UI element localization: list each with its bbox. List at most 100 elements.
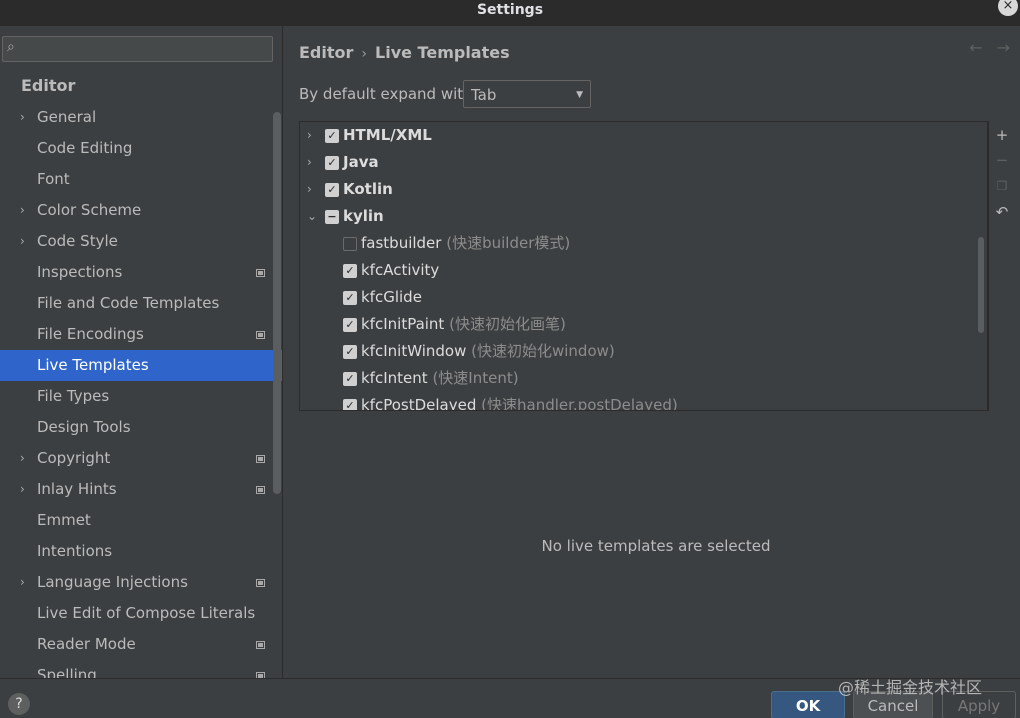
sidebar-item-file-and-code-templates[interactable]: File and Code Templates [0, 288, 282, 319]
project-scope-icon [256, 331, 265, 339]
template-description: (快速builder模式) [446, 234, 571, 252]
chevron-right-icon[interactable]: › [307, 122, 312, 149]
template-abbreviation: kfcActivity [361, 261, 440, 279]
expand-with-select[interactable]: Tab ▼ [463, 80, 591, 108]
sidebar-item-label: Reader Mode [37, 635, 136, 653]
sidebar-item-live-edit-of-compose-literals[interactable]: Live Edit of Compose Literals [0, 598, 282, 629]
template-checkbox[interactable]: ✓ [343, 399, 357, 410]
sidebar-item-label: Font [37, 170, 70, 188]
template-checkbox[interactable] [343, 237, 357, 251]
template-checkbox[interactable]: ✓ [343, 345, 357, 359]
chevron-down-icon[interactable]: ⌄ [307, 203, 317, 230]
chevron-right-icon[interactable]: › [20, 102, 25, 133]
group-checkbox[interactable]: ✓ [325, 156, 339, 170]
template-group[interactable]: › ✓ HTML/XML [300, 122, 987, 149]
sidebar-item-language-injections[interactable]: › Language Injections [0, 567, 282, 598]
copy-icon[interactable]: ❐ [994, 178, 1010, 194]
sidebar-item-general[interactable]: › General [0, 102, 282, 133]
sidebar-item-label: Code Editing [37, 139, 133, 157]
group-name: HTML/XML [343, 126, 432, 144]
sidebar-item-code-style[interactable]: › Code Style [0, 226, 282, 257]
sidebar-item-emmet[interactable]: Emmet [0, 505, 282, 536]
template-name: kfcIntent (快速Intent) [361, 365, 519, 392]
template-abbreviation: fastbuilder [361, 234, 442, 252]
sidebar-item-label: Intentions [37, 542, 113, 560]
template-group[interactable]: › ✓ Kotlin [300, 176, 987, 203]
sidebar-item-inlay-hints[interactable]: › Inlay Hints [0, 474, 282, 505]
close-icon[interactable]: × [998, 0, 1018, 16]
template-checkbox[interactable]: ✓ [343, 291, 357, 305]
chevron-right-icon[interactable]: › [20, 195, 25, 226]
sidebar-item-label: File Types [37, 387, 110, 405]
back-arrow-icon[interactable]: ← [969, 38, 982, 57]
template-checkbox[interactable]: ✓ [343, 372, 357, 386]
restore-icon[interactable]: ↶ [994, 204, 1010, 220]
template-checkbox[interactable]: ✓ [343, 264, 357, 278]
breadcrumb-editor[interactable]: Editor [299, 43, 353, 62]
sidebar-item-label: Design Tools [37, 418, 131, 436]
template-item[interactable]: ✓ kfcIntent (快速Intent) [300, 365, 987, 392]
project-scope-icon [256, 641, 265, 649]
template-item[interactable]: ✓ kfcPostDelayed (快速handler.postDelayed) [300, 392, 987, 410]
sidebar-item-font[interactable]: Font [0, 164, 282, 195]
ok-button[interactable]: OK [771, 691, 845, 718]
template-item[interactable]: ✓ kfcActivity [300, 257, 987, 284]
sidebar-item-label: Copyright [37, 449, 111, 467]
template-abbreviation: kfcIntent [361, 369, 428, 387]
template-item[interactable]: ✓ kfcGlide [300, 284, 987, 311]
chevron-right-icon[interactable]: › [20, 226, 25, 257]
sidebar-item-code-editing[interactable]: Code Editing [0, 133, 282, 164]
chevron-right-icon[interactable]: › [20, 443, 25, 474]
project-scope-icon [256, 486, 265, 494]
template-description: (快速初始化window) [471, 342, 615, 360]
sidebar-item-design-tools[interactable]: Design Tools [0, 412, 282, 443]
sidebar-item-intentions[interactable]: Intentions [0, 536, 282, 567]
templates-tree: › ✓ HTML/XML › ✓ Java › ✓ Kotlin ⌄ − kylin fastbuild… [299, 121, 988, 411]
remove-icon[interactable]: − [994, 152, 1010, 168]
chevron-right-icon[interactable]: › [20, 567, 25, 598]
search-input[interactable]: ⌕ [2, 36, 273, 62]
group-name: Kotlin [343, 180, 393, 198]
forward-arrow-icon[interactable]: → [997, 38, 1010, 57]
template-group[interactable]: ⌄ − kylin [300, 203, 987, 230]
group-checkbox[interactable]: ✓ [325, 129, 339, 143]
sidebar: ⌕ Editor › General Code Editing Font › Color … [0, 26, 283, 678]
template-item[interactable]: ✓ kfcInitPaint (快速初始化画笔) [300, 311, 987, 338]
chevron-right-icon[interactable]: › [307, 149, 312, 176]
sidebar-item-inspections[interactable]: Inspections [0, 257, 282, 288]
sidebar-item-label: General [37, 108, 97, 126]
sidebar-item-file-types[interactable]: File Types [0, 381, 282, 412]
sidebar-item-label: Emmet [37, 511, 91, 529]
help-icon[interactable]: ? [8, 693, 30, 715]
search-icon: ⌕ [7, 39, 15, 55]
template-name: fastbuilder (快速builder模式) [361, 230, 570, 257]
breadcrumb-separator-icon: › [361, 46, 368, 62]
template-item[interactable]: ✓ kfcInitWindow (快速初始化window) [300, 338, 987, 365]
group-name: Java [343, 153, 379, 171]
sidebar-item-copyright[interactable]: › Copyright [0, 443, 282, 474]
breadcrumb: Editor › Live Templates [299, 43, 510, 62]
template-item[interactable]: fastbuilder (快速builder模式) [300, 230, 987, 257]
sidebar-item-color-scheme[interactable]: › Color Scheme [0, 195, 282, 226]
template-description: (快速初始化画笔) [449, 315, 566, 333]
sidebar-item-file-encodings[interactable]: File Encodings [0, 319, 282, 350]
sidebar-scrollbar[interactable] [273, 112, 281, 494]
sidebar-item-live-templates[interactable]: Live Templates [0, 350, 282, 381]
sidebar-item-reader-mode[interactable]: Reader Mode [0, 629, 282, 660]
template-group[interactable]: › ✓ Java [300, 149, 987, 176]
templates-scrollbar[interactable] [978, 237, 984, 333]
sidebar-item-label: Inspections [37, 263, 123, 281]
template-checkbox[interactable]: ✓ [343, 318, 357, 332]
group-checkbox[interactable]: − [325, 210, 339, 224]
settings-tree: › General Code Editing Font › Color Scheme › Co… [0, 102, 282, 678]
dropdown-caret-icon: ▼ [576, 90, 583, 100]
empty-selection-message: No live templates are selected [541, 537, 771, 555]
group-checkbox[interactable]: ✓ [325, 183, 339, 197]
chevron-right-icon[interactable]: › [307, 176, 312, 203]
chevron-right-icon[interactable]: › [20, 474, 25, 505]
group-name: kylin [343, 207, 384, 225]
content-panel: Editor › Live Templates ← → By default expa… [284, 26, 1020, 678]
add-icon[interactable]: + [994, 127, 1010, 143]
sidebar-item-spelling[interactable]: Spelling [0, 660, 282, 678]
template-name: kfcGlide [361, 284, 422, 311]
